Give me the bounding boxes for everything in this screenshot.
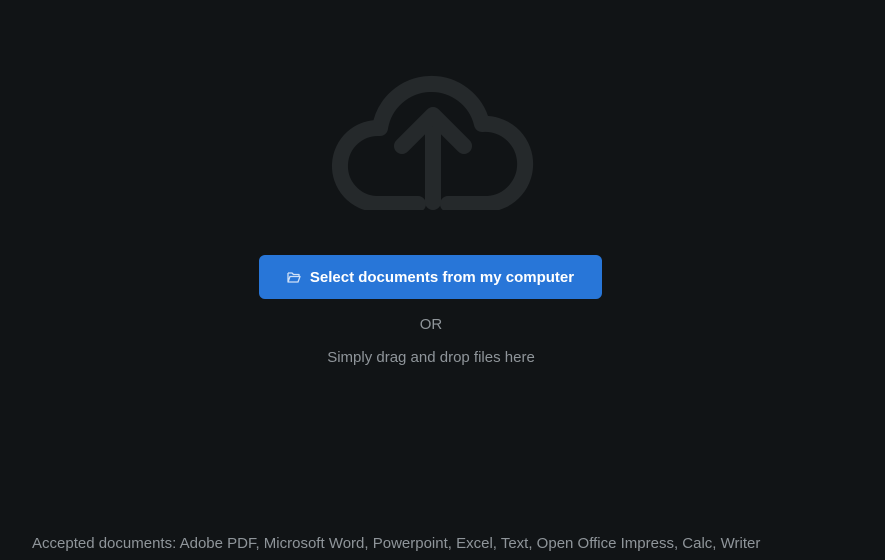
select-documents-button[interactable]: Select documents from my computer [259, 255, 602, 299]
or-separator: OR [419, 316, 443, 333]
drag-drop-hint: Simply drag and drop files here [327, 349, 535, 366]
select-documents-label: Select documents from my computer [309, 268, 575, 286]
accepted-documents-note: Accepted documents: Adobe PDF, Microsoft… [32, 535, 761, 552]
folder-open-icon [287, 272, 301, 283]
cloud-upload-icon [332, 75, 534, 210]
upload-dropzone[interactable]: Select documents from my computer OR Sim… [0, 0, 885, 560]
